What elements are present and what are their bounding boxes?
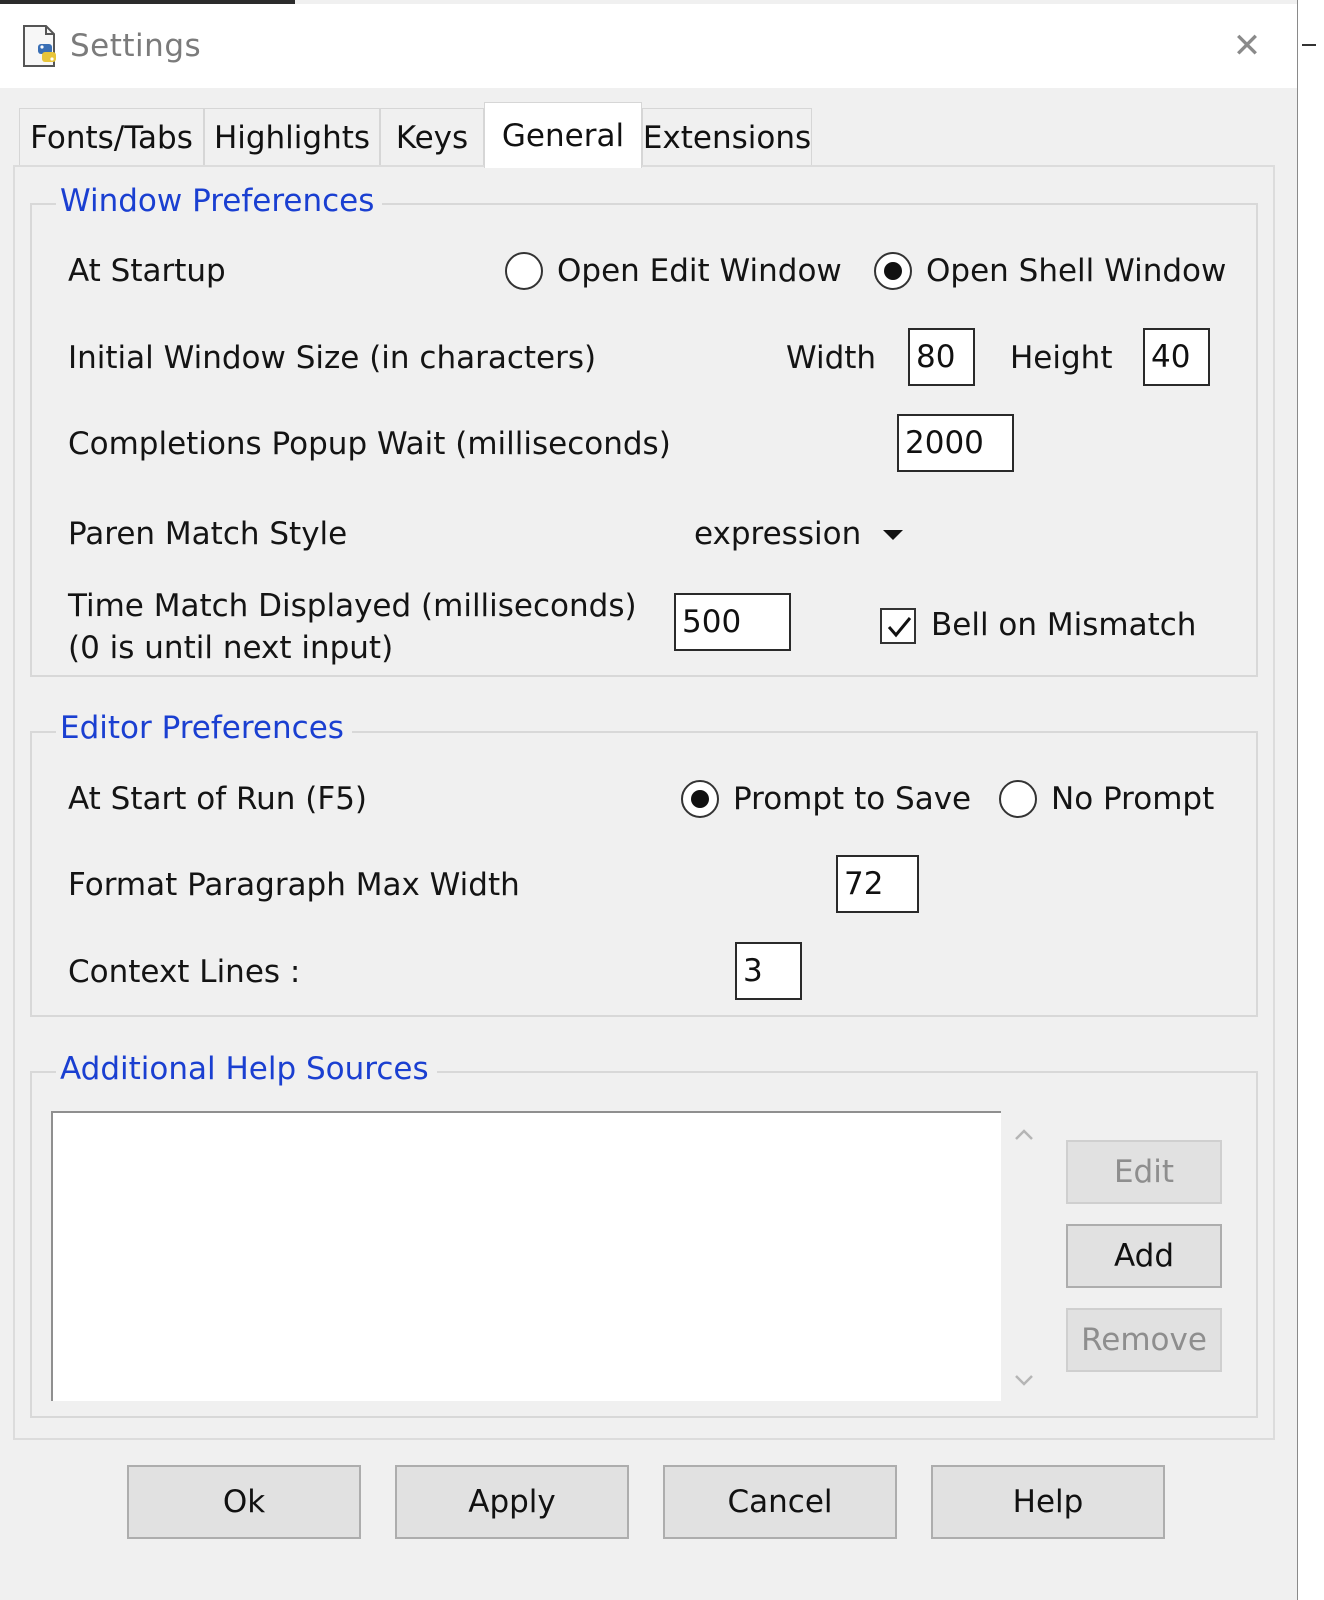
edge-mark: [1302, 44, 1316, 46]
bell-on-mismatch-checkbox[interactable]: [880, 608, 916, 644]
startup-label: At Startup: [68, 253, 226, 289]
apply-button[interactable]: Apply: [395, 1465, 629, 1539]
radio-open-shell-window[interactable]: [874, 252, 912, 290]
edit-button[interactable]: Edit: [1066, 1140, 1222, 1204]
editor-preferences-legend: Editor Preferences: [56, 710, 352, 746]
time-match-input[interactable]: 500: [674, 593, 791, 651]
no-prompt-label[interactable]: No Prompt: [1051, 781, 1214, 817]
open-shell-window-label[interactable]: Open Shell Window: [926, 253, 1226, 289]
radio-no-prompt[interactable]: [999, 780, 1037, 818]
chevron-down-icon[interactable]: [883, 530, 903, 540]
paren-match-style-label: Paren Match Style: [68, 516, 348, 552]
help-button[interactable]: Help: [931, 1465, 1165, 1539]
title-bar[interactable]: Settings ✕: [0, 4, 1297, 88]
settings-dialog: Settings ✕ Fonts/Tabs Highlights Keys Ge…: [0, 0, 1316, 1600]
help-sources-legend: Additional Help Sources: [56, 1051, 437, 1087]
height-label: Height: [1010, 340, 1113, 376]
height-input[interactable]: 40: [1143, 328, 1210, 386]
tab-label: Keys: [395, 119, 469, 156]
context-lines-input[interactable]: 3: [735, 942, 802, 1000]
close-icon[interactable]: ✕: [1222, 22, 1272, 70]
width-input[interactable]: 80: [908, 328, 975, 386]
time-match-label: Time Match Displayed (milliseconds): [68, 588, 637, 624]
prompt-to-save-label[interactable]: Prompt to Save: [733, 781, 971, 817]
tab-label: Highlights: [213, 119, 371, 156]
radio-prompt-to-save[interactable]: [681, 780, 719, 818]
open-edit-window-label[interactable]: Open Edit Window: [557, 253, 842, 289]
tab-keys[interactable]: Keys: [380, 108, 484, 166]
completions-wait-input[interactable]: 2000: [897, 414, 1014, 472]
scroll-up-icon[interactable]: [1013, 1124, 1035, 1146]
format-paragraph-label: Format Paragraph Max Width: [68, 867, 520, 903]
settings-app-icon: [20, 24, 64, 70]
ok-button[interactable]: Ok: [127, 1465, 361, 1539]
time-match-sublabel: (0 is until next input): [68, 630, 394, 666]
help-sources-list[interactable]: [51, 1111, 1001, 1401]
completions-wait-label: Completions Popup Wait (milliseconds): [68, 426, 671, 462]
tab-fonts-tabs[interactable]: Fonts/Tabs: [19, 108, 204, 166]
tab-general[interactable]: General: [484, 102, 642, 168]
remove-button[interactable]: Remove: [1066, 1308, 1222, 1372]
bell-on-mismatch-label[interactable]: Bell on Mismatch: [931, 607, 1196, 643]
tab-extensions[interactable]: Extensions: [642, 108, 812, 166]
context-lines-label: Context Lines :: [68, 954, 301, 990]
tab-label: Fonts/Tabs: [30, 119, 193, 156]
window-preferences-legend: Window Preferences: [56, 183, 383, 219]
tab-highlights[interactable]: Highlights: [204, 108, 380, 166]
tab-label: Extensions: [642, 119, 812, 156]
radio-open-edit-window[interactable]: [505, 252, 543, 290]
scroll-down-icon[interactable]: [1013, 1369, 1035, 1391]
width-label: Width: [786, 340, 877, 376]
cancel-button[interactable]: Cancel: [663, 1465, 897, 1539]
window-size-label: Initial Window Size (in characters): [68, 340, 597, 376]
format-paragraph-input[interactable]: 72: [836, 855, 919, 913]
run-start-label: At Start of Run (F5): [68, 781, 368, 817]
checkmark-icon: [887, 617, 912, 638]
paren-match-style-select[interactable]: expression: [694, 516, 861, 552]
add-button[interactable]: Add: [1066, 1224, 1222, 1288]
window-title: Settings: [70, 28, 202, 64]
tab-label: General: [501, 117, 625, 154]
